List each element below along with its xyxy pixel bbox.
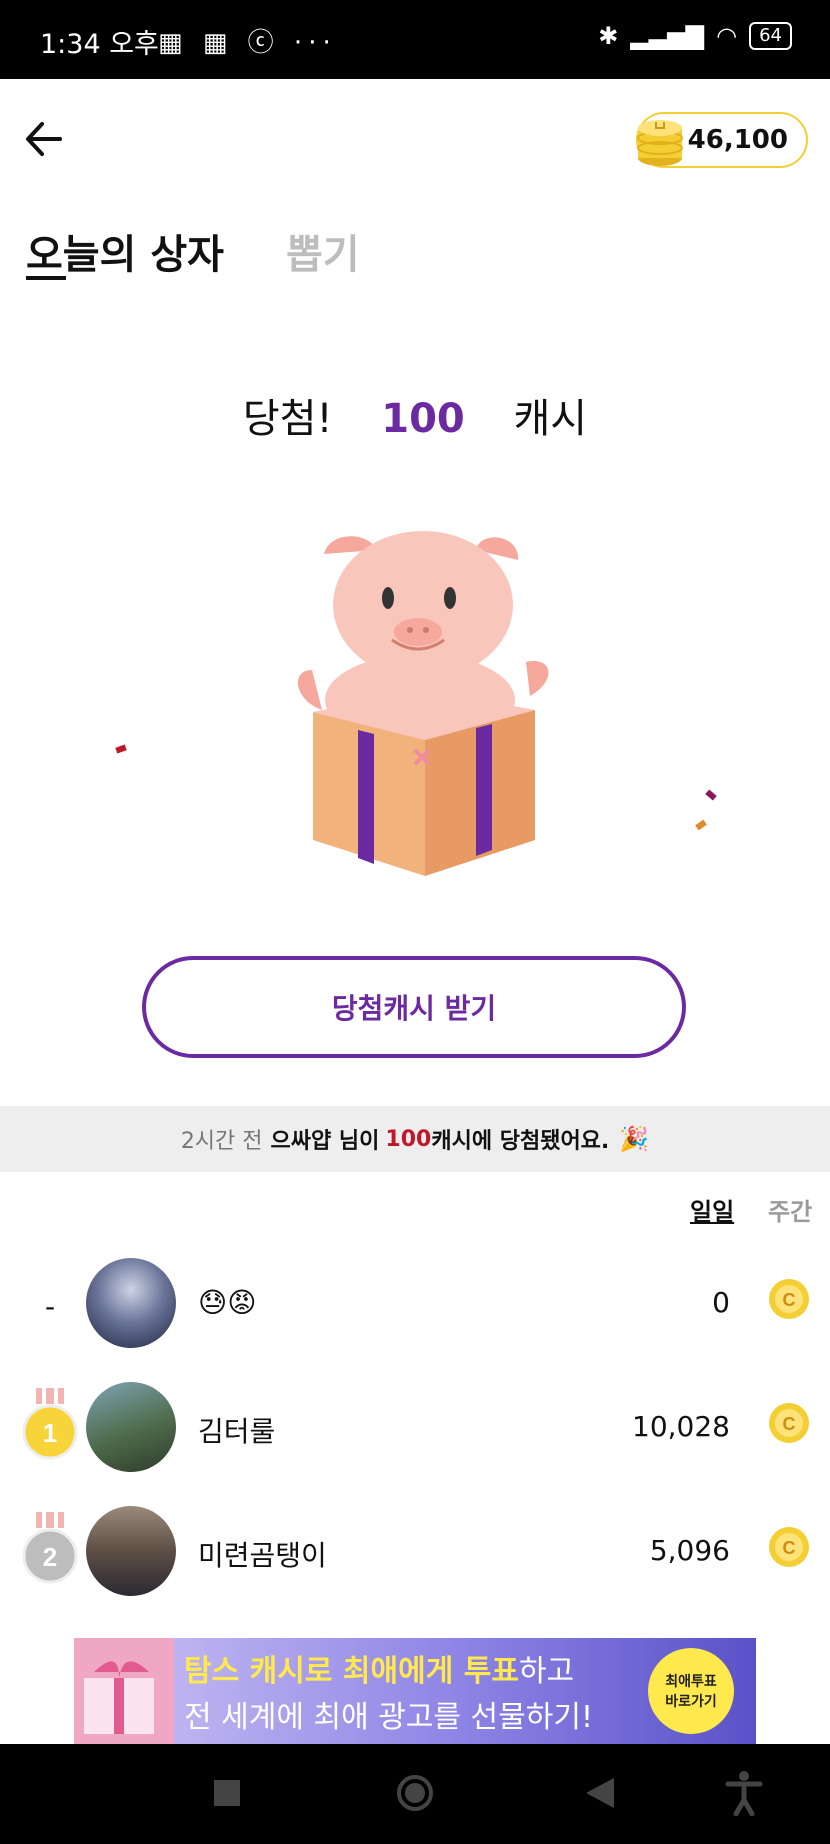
banner-line1-rest: 하고 [518, 1654, 575, 1689]
banner-line2: 전 세계에 최애 광고를 선물하기! [184, 1700, 593, 1735]
ranking-name: 김터룰 [198, 1415, 276, 1448]
banner-line1: 탐스 캐시로 최애에게 투표하고 [184, 1646, 574, 1690]
ranking-score: 0 [712, 1286, 730, 1319]
banner-line1-highlight: 탐스 캐시로 최애에게 투표 [184, 1654, 519, 1689]
pig-gift-box-illustration [297, 531, 549, 876]
notice-time: 2시간 전 [180, 1129, 263, 1154]
home-icon[interactable] [396, 1774, 434, 1812]
notice-user: 으싸얍 님이 [270, 1129, 380, 1154]
win-result: 당첨! 100 캐시 [0, 386, 830, 444]
silver-medal-icon: 2 [22, 1512, 78, 1584]
battery-indicator: 64 [749, 22, 792, 50]
vote-shortcut-button[interactable]: 최애투표 바로가기 [648, 1648, 734, 1734]
win-amount: 100 [381, 396, 465, 442]
signal-icon: ▂▃▅▇ [630, 22, 705, 50]
system-nav-bar [0, 1744, 830, 1844]
coin-balance[interactable]: 46,100 [636, 112, 808, 168]
back-arrow-icon[interactable] [20, 114, 70, 164]
ranking-row[interactable]: 2 미련곰탱이 5,096 C [0, 1502, 830, 1602]
ranking-name: 미련곰탱이 [198, 1539, 327, 1572]
status-right: ✱ ▂▃▅▇ ◠ 64 [598, 22, 792, 50]
claim-cash-button[interactable]: 당첨캐시 받기 [142, 956, 686, 1058]
wifi-icon: ◠ [716, 22, 738, 50]
coin-stack-icon [637, 120, 683, 166]
cta-line1: 최애투표 [665, 1674, 717, 1690]
tab-weekly[interactable]: 주간 [768, 1192, 812, 1227]
tab-daily[interactable]: 일일 [690, 1192, 734, 1227]
tab-todays-box[interactable]: 오늘의 상자 [26, 222, 224, 280]
coin-icon: C [769, 1527, 809, 1567]
back-icon[interactable] [586, 1778, 614, 1808]
win-prefix: 당첨! [242, 396, 333, 442]
ranking-row[interactable]: 1 김터룰 10,028 C [0, 1378, 830, 1478]
confetti [695, 819, 707, 831]
svg-text:C: C [783, 1414, 796, 1434]
svg-text:1: 1 [43, 1418, 57, 1448]
win-unit: 캐시 [513, 396, 588, 442]
ranking-name: 😓😡 [198, 1286, 257, 1319]
gift-box-icon [74, 1638, 174, 1744]
coin-balance-amount: 46,100 [687, 125, 788, 155]
notice-amount: 100 [385, 1126, 432, 1152]
accessibility-icon[interactable] [724, 1770, 764, 1816]
svg-text:2: 2 [43, 1542, 57, 1572]
ranking-row-me[interactable]: - 😓😡 0 C [0, 1254, 830, 1354]
confetti [115, 744, 127, 754]
coin-icon: C [769, 1279, 809, 1319]
notice-suffix: 캐시에 당첨됐어요. [431, 1129, 610, 1154]
status-time: 1:34 오후 [40, 29, 159, 60]
svg-text:C: C [783, 1538, 796, 1558]
avatar [86, 1506, 176, 1596]
svg-text:C: C [783, 1290, 796, 1310]
vote-ad-banner[interactable]: 탐스 캐시로 최애에게 투표하고 전 세계에 최애 광고를 선물하기! 최애투표… [74, 1638, 756, 1744]
ranking-score: 5,096 [649, 1534, 730, 1567]
recent-apps-icon[interactable] [214, 1780, 240, 1806]
rank-label: - [44, 1290, 56, 1323]
confetti [705, 789, 717, 801]
status-notification-icons: ▦ ▦ ⓒ ··· [158, 28, 337, 58]
gold-medal-icon: 1 [22, 1388, 78, 1460]
party-popper-icon: 🎉 [619, 1125, 650, 1153]
status-bar: 1:34 오후 ▦ ▦ ⓒ ··· ✱ ▂▃▅▇ ◠ 64 [0, 0, 830, 79]
win-notice-bar: 2시간 전 으싸얍 님이 100 캐시에 당첨됐어요. 🎉 [0, 1106, 830, 1172]
avatar [86, 1258, 176, 1348]
avatar [86, 1382, 176, 1472]
bluetooth-icon: ✱ [598, 22, 619, 50]
cta-line2: 바로가기 [665, 1694, 717, 1710]
tab-active-indicator [26, 276, 66, 280]
coin-icon: C [769, 1403, 809, 1443]
tab-draw[interactable]: 뽑기 [286, 222, 360, 280]
ranking-score: 10,028 [632, 1410, 730, 1443]
